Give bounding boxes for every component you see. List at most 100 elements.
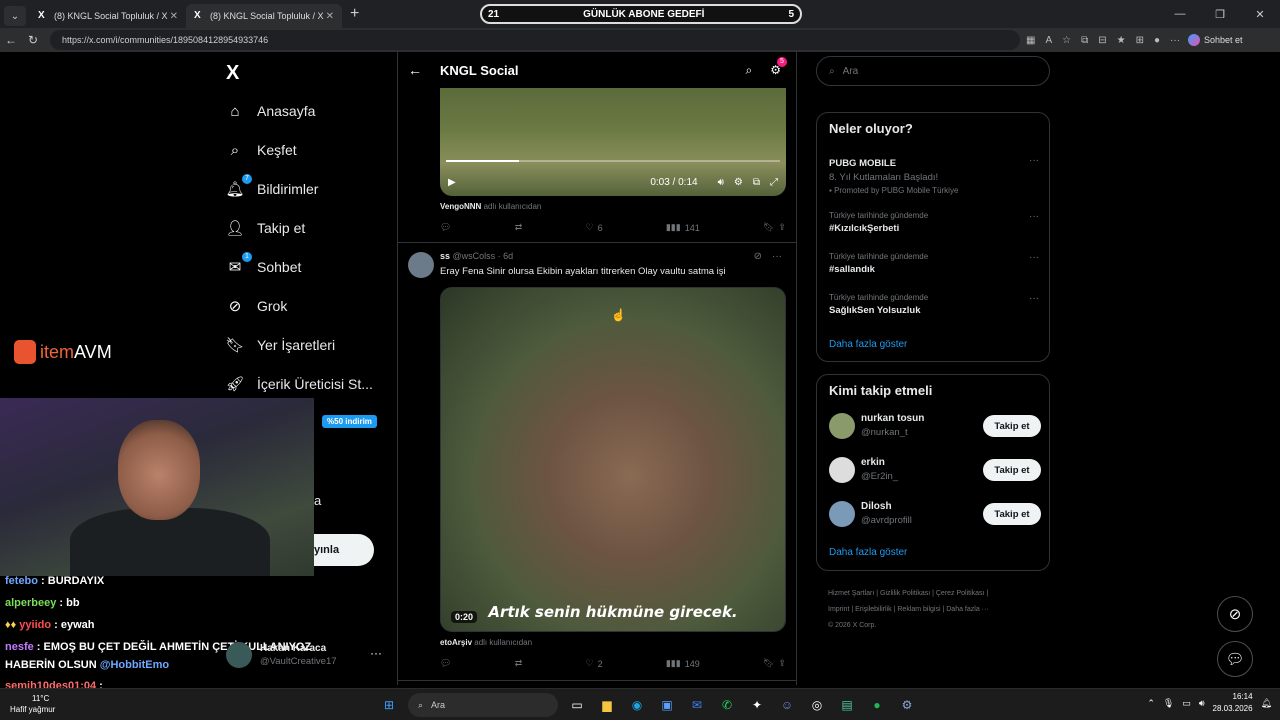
nav-item-messages[interactable]: ✉ 1 Sohbet	[226, 252, 301, 276]
store-icon[interactable]: ▣	[656, 694, 678, 716]
minimize-icon[interactable]: —	[1160, 0, 1200, 28]
grok-icon[interactable]: ⊘	[754, 251, 762, 262]
clock[interactable]: 16:14 28.03.2026	[1213, 691, 1253, 715]
taskbar-search[interactable]: ⌕ Ara	[408, 693, 558, 717]
share-icon[interactable]: ⇪	[778, 658, 786, 669]
search-icon[interactable]: ⌕	[746, 63, 753, 78]
windows-start-icon[interactable]: ⊞	[378, 694, 400, 716]
nav-item-home[interactable]: ⌂ Anasayfa	[226, 102, 315, 120]
nav-item-creator-studio[interactable]: 🚀︎ İçerik Üreticisi St...	[225, 375, 372, 393]
x-logo-icon[interactable]: X	[226, 62, 239, 85]
nav-more-fragment[interactable]: a	[314, 493, 321, 508]
spotify-icon[interactable]: ●	[866, 694, 888, 716]
trend-item[interactable]: Türkiye tarihinde gündemde #sallandık ··…	[829, 252, 1039, 275]
video-player-2[interactable]: ☝ Artık senin hükmüne girecek. 0:20	[440, 287, 786, 632]
collections-icon[interactable]: ⊞	[1136, 35, 1144, 46]
discord-icon[interactable]: ☺	[776, 694, 798, 716]
nav-item-notifications[interactable]: 🔔︎ 7 Bildirimler	[225, 174, 318, 198]
file-explorer-icon[interactable]: ▆	[596, 694, 618, 716]
split-screen-icon[interactable]: ⊟	[1098, 35, 1106, 46]
trend-item[interactable]: PUBG MOBILE 8. Yıl Kutlamaları Başladı! …	[829, 155, 1039, 195]
back-arrow-icon[interactable]: ←	[0, 33, 22, 47]
share-icon[interactable]: ⇪	[778, 222, 786, 233]
url-field[interactable]: https://x.com/i/communities/189508412895…	[50, 30, 1020, 50]
tab-menu-button[interactable]: ⌄	[4, 6, 26, 26]
settings-icon[interactable]: ⚙	[896, 694, 918, 716]
video-progress-bar[interactable]	[446, 160, 780, 162]
task-view-icon[interactable]: ▭	[566, 694, 588, 716]
bookmark-icon[interactable]: 🔖︎	[763, 658, 774, 669]
avatar[interactable]	[408, 252, 434, 278]
search-input[interactable]: ⌕ Ara	[816, 56, 1050, 86]
read-aloud-icon[interactable]: A	[1045, 35, 1052, 46]
play-icon[interactable]: ▶	[448, 177, 456, 188]
mail-app-icon[interactable]: ✉	[686, 694, 708, 716]
extensions-icon[interactable]: ⧉	[1081, 35, 1088, 46]
nav-item-explore[interactable]: ⌕ Keşfet	[226, 141, 297, 159]
follow-button[interactable]: Takip et	[983, 459, 1041, 481]
more-icon[interactable]: ···	[1029, 293, 1039, 304]
tab-1[interactable]: X (8) KNGL Social Topluluk / X ✕	[30, 4, 186, 28]
edge-icon[interactable]: ◉	[626, 694, 648, 716]
favorites-icon[interactable]: ★	[1117, 35, 1126, 46]
volume-icon[interactable]: 🔊︎	[1199, 698, 1205, 709]
nav-item-grok[interactable]: ⊘ Grok	[226, 297, 288, 315]
show-more-link[interactable]: Daha fazla göster	[829, 547, 907, 558]
nav-item-follow[interactable]: 👤︎ Takip et	[225, 219, 305, 237]
volume-icon[interactable]: 🔊︎	[718, 177, 724, 188]
copilot-button[interactable]: Sohbet et	[1188, 34, 1243, 46]
more-icon[interactable]: ···	[772, 251, 782, 262]
settings-gear-icon[interactable]: ⚙ 5	[770, 56, 787, 78]
more-icon[interactable]: ···	[1029, 155, 1039, 166]
new-tab-button[interactable]: +	[350, 5, 359, 23]
app-icon[interactable]: ✦	[746, 694, 768, 716]
follow-suggestion[interactable]: erkin @Er2in_ Takip et	[829, 455, 1041, 485]
reply-icon[interactable]: 💬︎	[440, 658, 451, 669]
restore-icon[interactable]: ❐	[1200, 0, 1240, 28]
follow-suggestion[interactable]: Dilosh @avrdprofill Takip et	[829, 499, 1041, 529]
trend-item[interactable]: Türkiye tarihinde gündemde SağlıkSen Yol…	[829, 293, 1039, 316]
whatsapp-icon[interactable]: ✆	[716, 694, 738, 716]
close-tab-1-icon[interactable]: ✕	[170, 11, 178, 22]
show-more-link[interactable]: Daha fazla göster	[829, 339, 907, 350]
microphone-icon[interactable]: 🎙︎	[1163, 698, 1174, 709]
like-button[interactable]: ♡ 2	[585, 658, 602, 669]
footer-line[interactable]: Hizmet Şartları | Gizlilik Politikası | …	[828, 586, 1048, 602]
views-button[interactable]: ▮▮▮ 141	[666, 222, 700, 233]
weather-widget[interactable]: 11°C Hafif yağmur	[10, 693, 55, 715]
back-arrow-icon[interactable]: ←	[408, 62, 422, 78]
nav-item-bookmarks[interactable]: 🔖︎ Yer İşaretleri	[225, 336, 335, 354]
chevron-up-icon[interactable]: ⌃	[1147, 698, 1155, 709]
fullscreen-icon[interactable]: ⤢	[770, 177, 778, 188]
notification-bell-icon[interactable]: 🔔︎	[1261, 698, 1272, 709]
reply-icon[interactable]: 💬︎	[440, 222, 451, 233]
video-player-1[interactable]: ▶ 0:03 / 0:14 🔊︎ ⚙ ⧉ ⤢	[440, 88, 786, 196]
footer-line[interactable]: Imprint | Erişilebilirlik | Reklam bilgi…	[828, 602, 1048, 618]
like-button[interactable]: ♡ 6	[585, 222, 602, 233]
chat-fab-icon[interactable]: 💬︎	[1217, 641, 1253, 677]
profile-avatar[interactable]: ●	[1154, 35, 1160, 46]
more-menu-icon[interactable]: ···	[1170, 35, 1180, 46]
settings-icon[interactable]: ⚙	[734, 177, 743, 188]
more-icon[interactable]: ···	[370, 646, 382, 660]
app-icon[interactable]: ▤	[836, 694, 858, 716]
post-button[interactable]: yınla	[314, 534, 374, 566]
trend-item[interactable]: Türkiye tarihinde gündemde #KızılcıkŞerb…	[829, 211, 1039, 234]
close-tab-2-icon[interactable]: ✕	[326, 11, 334, 22]
favorite-star-icon[interactable]: ☆	[1062, 35, 1071, 46]
repost-icon[interactable]: ⇄	[515, 658, 523, 669]
follow-button[interactable]: Takip et	[983, 503, 1041, 525]
tab-2[interactable]: X (8) KNGL Social Topluluk / X ✕	[186, 4, 342, 28]
more-icon[interactable]: ···	[1029, 211, 1039, 222]
follow-button[interactable]: Takip et	[983, 415, 1041, 437]
app-icon[interactable]: ▦	[1026, 35, 1035, 46]
follow-suggestion[interactable]: nurkan tosun @nurkan_t Takip et	[829, 411, 1041, 441]
more-icon[interactable]: ···	[1029, 252, 1039, 263]
network-icon[interactable]: ▭	[1182, 698, 1191, 709]
views-button[interactable]: ▮▮▮ 149	[666, 658, 700, 669]
close-window-icon[interactable]: ✕	[1240, 0, 1280, 28]
repost-icon[interactable]: ⇄	[515, 222, 523, 233]
pip-icon[interactable]: ⧉	[753, 177, 760, 188]
obs-icon[interactable]: ◎	[806, 694, 828, 716]
reload-icon[interactable]: ↻	[22, 33, 44, 47]
